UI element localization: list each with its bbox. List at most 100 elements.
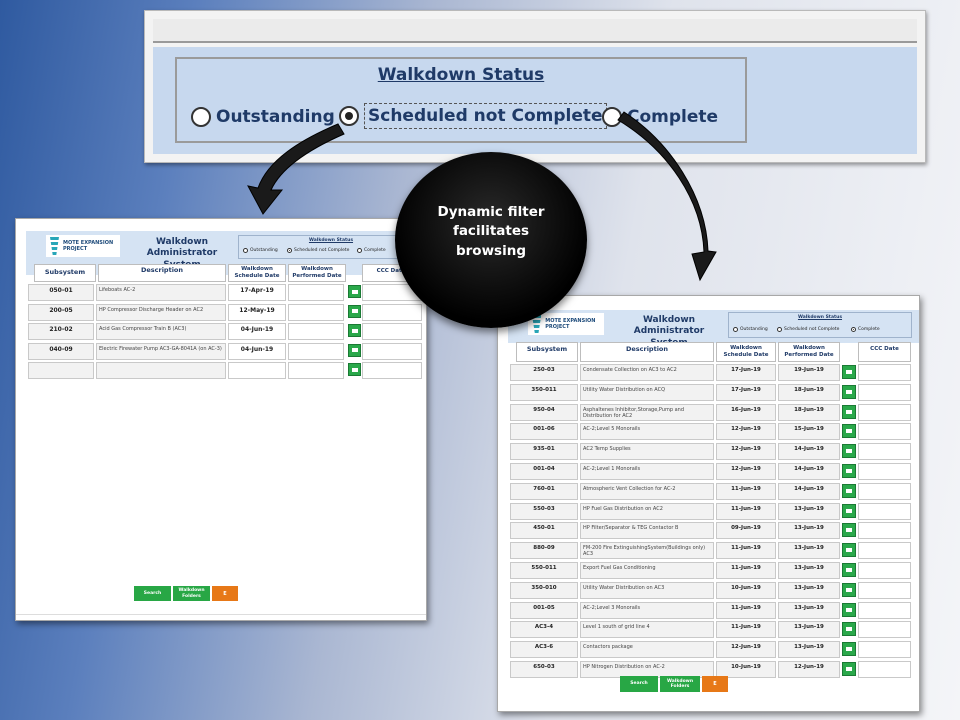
open-folder-button[interactable]	[348, 285, 361, 298]
ccc-date-cell[interactable]	[362, 342, 422, 360]
open-folder-button[interactable]	[842, 662, 856, 676]
description-cell[interactable]: AC-2;Level 5 Monorails	[580, 423, 714, 441]
performed-date-cell[interactable]: 13-Jun-19	[778, 522, 840, 540]
radio-scheduled-not-complete[interactable]: Scheduled not Complete	[287, 248, 349, 253]
table-row[interactable]: 935-01 AC2 Temp Supplies 12-Jun-19 14-Jun-1…	[498, 443, 919, 461]
performed-date-cell[interactable]: 13-Jun-19	[778, 621, 840, 639]
ccc-date-cell[interactable]	[858, 383, 911, 401]
radio-scheduled-not-complete[interactable]: Scheduled not Complete	[777, 327, 839, 332]
table-row[interactable]: 050-01 Lifeboats AC-2 17-Apr-19	[16, 284, 426, 301]
table-row[interactable]: 210-02 Acid Gas Compressor Train B (AC3) 0…	[16, 323, 426, 340]
radio-circle-icon[interactable]	[777, 327, 782, 332]
description-cell[interactable]: Electric Firewater Pump AC3-GA-8041A (on…	[96, 342, 226, 360]
description-cell[interactable]: Utility Water Distribution on ACQ	[580, 383, 714, 401]
ccc-date-cell[interactable]	[362, 323, 422, 340]
radio-selected-icon[interactable]	[287, 248, 292, 253]
search-button[interactable]: Search	[134, 586, 171, 601]
open-folder-button[interactable]	[842, 444, 856, 459]
open-folder-button[interactable]	[842, 602, 856, 617]
open-folder-button[interactable]	[842, 563, 856, 577]
table-row[interactable]: 250-03 Condensate Collection on AC3 to AC…	[498, 364, 919, 381]
table-row[interactable]: 350-010 Utility Water Distribution on AC3…	[498, 581, 919, 599]
ccc-date-cell[interactable]	[858, 661, 911, 678]
radio-circle-icon[interactable]	[357, 248, 362, 253]
schedule-date-cell[interactable]: 10-Jun-19	[716, 581, 776, 599]
schedule-date-cell[interactable]: 11-Jun-19	[716, 601, 776, 619]
subsystem-cell[interactable]: 450-01	[510, 522, 578, 540]
subsystem-cell[interactable]: 350-011	[510, 383, 578, 401]
ccc-date-cell[interactable]	[858, 463, 911, 480]
radio-complete[interactable]: Complete	[851, 327, 880, 332]
description-cell[interactable]: Asphaltenes Inhibitor,Storage,Pump and D…	[580, 403, 714, 421]
ccc-date-cell[interactable]	[858, 621, 911, 639]
schedule-date-cell[interactable]: 17-Jun-19	[716, 364, 776, 381]
performed-date-cell[interactable]: 14-Jun-19	[778, 443, 840, 461]
ccc-date-cell[interactable]	[858, 542, 911, 560]
subsystem-cell[interactable]: AC3-4	[510, 621, 578, 639]
radio-outstanding[interactable]: Outstanding	[243, 248, 278, 253]
radio-outstanding[interactable]: Outstanding	[191, 107, 335, 127]
radio-scheduled-not-complete[interactable]: Scheduled not Complete	[339, 103, 607, 129]
open-folder-button[interactable]	[348, 324, 361, 337]
col-schedule-date[interactable]: Walkdown Schedule Date	[716, 342, 776, 362]
performed-date-cell[interactable]: 13-Jun-19	[778, 562, 840, 579]
performed-date-cell[interactable]	[288, 284, 344, 301]
walkdown-folders-button[interactable]: Walkdown Folders	[173, 586, 210, 601]
open-folder-button[interactable]	[842, 543, 856, 558]
table-row[interactable]: 040-09 Electric Firewater Pump AC3-GA-804…	[16, 342, 426, 360]
subsystem-cell[interactable]: 040-09	[28, 342, 94, 360]
subsystem-cell[interactable]: 200-05	[28, 303, 94, 321]
ccc-date-cell[interactable]	[858, 423, 911, 441]
open-folder-button[interactable]	[842, 582, 856, 597]
open-folder-button[interactable]	[842, 464, 856, 478]
schedule-date-cell[interactable]	[228, 362, 286, 379]
performed-date-cell[interactable]: 13-Jun-19	[778, 601, 840, 619]
subsystem-cell[interactable]: 550-011	[510, 562, 578, 579]
description-cell[interactable]: Condensate Collection on AC3 to AC2	[580, 364, 714, 381]
radio-circle-icon[interactable]	[191, 107, 211, 127]
schedule-date-cell[interactable]: 11-Jun-19	[716, 542, 776, 560]
open-folder-button[interactable]	[842, 424, 856, 439]
description-cell[interactable]: AC2 Temp Supplies	[580, 443, 714, 461]
description-cell[interactable]: HP Filter/Separator & TEG Contactor B	[580, 522, 714, 540]
open-folder-button[interactable]	[842, 622, 856, 637]
ccc-date-cell[interactable]	[858, 502, 911, 520]
radio-outstanding[interactable]: Outstanding	[733, 327, 768, 332]
table-row[interactable]: 760-01 Atmospheric Vent Collection for AC…	[498, 482, 919, 500]
ccc-date-cell[interactable]	[858, 364, 911, 381]
description-cell[interactable]: Export Fuel Gas Conditioning	[580, 562, 714, 579]
open-folder-button[interactable]	[842, 384, 856, 399]
ccc-date-cell[interactable]	[858, 403, 911, 421]
col-subsystem[interactable]: Subsystem	[516, 342, 578, 362]
description-cell[interactable]: Acid Gas Compressor Train B (AC3)	[96, 323, 226, 340]
description-cell[interactable]: HP Fuel Gas Distribution on AC2	[580, 502, 714, 520]
subsystem-cell[interactable]: AC3-6	[510, 641, 578, 659]
col-performed-date[interactable]: Walkdown Performed Date	[288, 264, 346, 282]
subsystem-cell[interactable]: 880-09	[510, 542, 578, 560]
performed-date-cell[interactable]: 14-Jun-19	[778, 463, 840, 480]
open-folder-button[interactable]	[348, 343, 361, 357]
open-folder-button[interactable]	[842, 404, 856, 419]
performed-date-cell[interactable]	[288, 362, 344, 379]
performed-date-cell[interactable]	[288, 323, 344, 340]
schedule-date-cell[interactable]: 09-Jun-19	[716, 522, 776, 540]
schedule-date-cell[interactable]: 17-Apr-19	[228, 284, 286, 301]
performed-date-cell[interactable]: 13-Jun-19	[778, 502, 840, 520]
subsystem-cell[interactable]: 001-04	[510, 463, 578, 480]
subsystem-cell[interactable]	[28, 362, 94, 379]
schedule-date-cell[interactable]: 04-Jun-19	[228, 342, 286, 360]
description-cell[interactable]: AC-2;Level 1 Monorails	[580, 463, 714, 480]
table-row[interactable]: AC3-4 Level 1 south of grid line 4 11-Jun-…	[498, 621, 919, 639]
exit-button[interactable]: E	[702, 676, 728, 692]
open-folder-button[interactable]	[348, 304, 361, 318]
table-row[interactable]	[16, 362, 426, 379]
table-row[interactable]: 550-011 Export Fuel Gas Conditioning 11-Ju…	[498, 562, 919, 579]
ccc-date-cell[interactable]	[362, 362, 422, 379]
schedule-date-cell[interactable]: 11-Jun-19	[716, 621, 776, 639]
schedule-date-cell[interactable]: 16-Jun-19	[716, 403, 776, 421]
table-row[interactable]: 001-05 AC-2;Level 3 Monorails 11-Jun-19 13-…	[498, 601, 919, 619]
schedule-date-cell[interactable]: 12-Jun-19	[716, 443, 776, 461]
col-description[interactable]: Description	[580, 342, 714, 362]
ccc-date-cell[interactable]	[858, 601, 911, 619]
schedule-date-cell[interactable]: 12-Jun-19	[716, 641, 776, 659]
